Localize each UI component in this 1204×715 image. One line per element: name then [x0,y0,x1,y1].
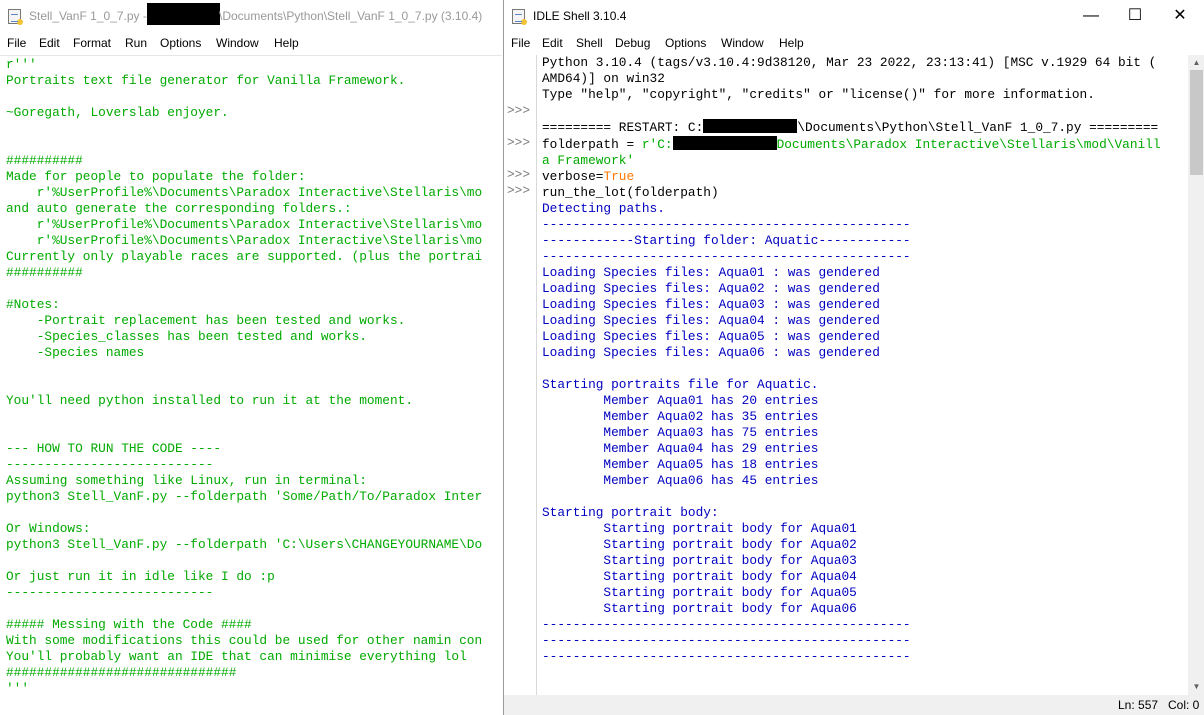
string-literal-wrap: a Framework' [542,153,635,168]
menu-help[interactable]: Help [274,36,299,50]
prompt-gutter: >>> >>> >>> >>> [504,55,537,695]
string-literal-start: r'C: [641,137,673,152]
editor-window[interactable]: Stell_VanF 1_0_7.py - C \Documents\Pytho… [0,0,502,715]
scrollbar-thumb[interactable] [1190,70,1203,175]
shell-output[interactable]: Python 3.10.4 (tags/v3.10.4:9d38120, Mar… [542,55,1187,695]
redacted-path-block [703,119,798,133]
menu-window[interactable]: Window [216,36,259,50]
menu-options[interactable]: Options [160,36,201,50]
menu-file[interactable]: File [7,36,26,50]
scroll-up-arrow-icon[interactable]: ▲ [1188,55,1204,71]
menu-run[interactable]: Run [125,36,147,50]
idle-shell-window[interactable]: IDLE Shell 3.10.4 — ☐ ✕ File Edit Shell … [503,0,1204,715]
minimize-button[interactable]: — [1069,2,1113,30]
restart-suffix: \Documents\Python\Stell_VanF 1_0_7.py ==… [797,120,1159,135]
vertical-scrollbar[interactable]: ▲ ▼ [1188,55,1204,695]
editor-title-bar[interactable]: Stell_VanF 1_0_7.py - C \Documents\Pytho… [0,0,502,34]
program-output: Detecting paths. -----------------------… [542,201,911,664]
menu-edit[interactable]: Edit [542,36,563,50]
column-number: Col: 0 [1168,698,1200,712]
redacted-path-block [672,136,777,150]
menu-options[interactable]: Options [665,36,706,50]
command-verbose: verbose= [542,169,604,184]
menu-edit[interactable]: Edit [39,36,60,50]
idle-file-icon [8,9,23,25]
menu-help[interactable]: Help [779,36,804,50]
menu-shell[interactable]: Shell [576,36,603,50]
redacted-path-block [147,3,220,25]
editor-title-prefix: Stell_VanF 1_0_7.py - C [29,9,159,23]
shell-text[interactable]: Python 3.10.4 (tags/v3.10.4:9d38120, Mar… [542,55,1161,665]
string-literal-rest: Documents\Paradox Interactive\Stellaris\… [776,137,1161,152]
scroll-down-arrow-icon[interactable]: ▼ [1188,679,1204,695]
shell-title: IDLE Shell 3.10.4 [533,9,627,23]
menu-file[interactable]: File [511,36,530,50]
code-text[interactable]: r''' Portraits text file generator for V… [6,57,482,697]
header-line: AMD64)] on win32 [542,71,665,86]
status-bar: Ln: 557 Col: 0 [504,695,1204,715]
menu-debug[interactable]: Debug [615,36,650,50]
header-line: Python 3.10.4 (tags/v3.10.4:9d38120, Mar… [542,55,1157,70]
maximize-button[interactable]: ☐ [1113,2,1157,30]
code-editor[interactable]: r''' Portraits text file generator for V… [0,55,502,715]
prompt-markers: >>> >>> >>> >>> [507,103,531,198]
restart-prefix: ========= RESTART: C: [542,120,704,135]
line-number: Ln: 557 [1118,698,1159,712]
shell-title-bar[interactable]: IDLE Shell 3.10.4 — ☐ ✕ [504,0,1204,34]
menu-format[interactable]: Format [73,36,111,50]
idle-shell-icon [512,9,527,25]
editor-menu-bar: File Edit Format Run Options Window Help [0,34,502,54]
shell-menu-bar: File Edit Shell Debug Options Window Hel… [504,34,1204,54]
editor-title-suffix: \Documents\Python\Stell_VanF 1_0_7.py (3… [219,9,483,23]
keyword-true: True [603,169,635,184]
close-button[interactable]: ✕ [1158,2,1202,30]
command-run: run_the_lot(folderpath) [542,185,719,200]
menu-window[interactable]: Window [721,36,764,50]
header-line: Type "help", "copyright", "credits" or "… [542,87,1095,102]
command-folderpath: folderpath = [542,137,642,152]
